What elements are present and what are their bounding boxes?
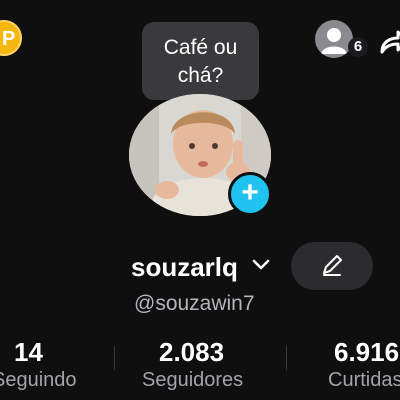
viewers-count-badge: 6 xyxy=(348,37,368,57)
likes-count[interactable]: 6.916 xyxy=(334,336,399,368)
followers-count[interactable]: 2.083 xyxy=(159,336,224,368)
likes-label[interactable]: Curtidas xyxy=(328,366,400,394)
coin-icon[interactable]: P xyxy=(0,20,22,56)
followers-label[interactable]: Seguidores xyxy=(142,366,243,394)
note-bubble[interactable]: Café ou chá? xyxy=(142,22,259,100)
chevron-down-icon[interactable] xyxy=(251,258,271,272)
share-icon[interactable] xyxy=(378,24,400,58)
pencil-icon xyxy=(323,255,342,276)
note-text: Café ou chá? xyxy=(163,36,238,87)
following-count[interactable]: 14 xyxy=(14,336,43,368)
user-handle: @souzawin7 xyxy=(134,292,255,315)
stats-divider xyxy=(114,346,115,370)
username[interactable]: souzarlq xyxy=(131,250,238,284)
stats-divider xyxy=(286,346,287,370)
add-story-button[interactable]: + xyxy=(228,172,272,216)
following-label[interactable]: Seguindo xyxy=(0,366,77,394)
plus-icon: + xyxy=(241,176,259,209)
profile-viewers-icon xyxy=(315,20,353,58)
profile-viewers-button[interactable]: 6 xyxy=(315,20,368,60)
edit-profile-button[interactable] xyxy=(291,242,373,290)
coin-glyph: P xyxy=(2,28,16,50)
